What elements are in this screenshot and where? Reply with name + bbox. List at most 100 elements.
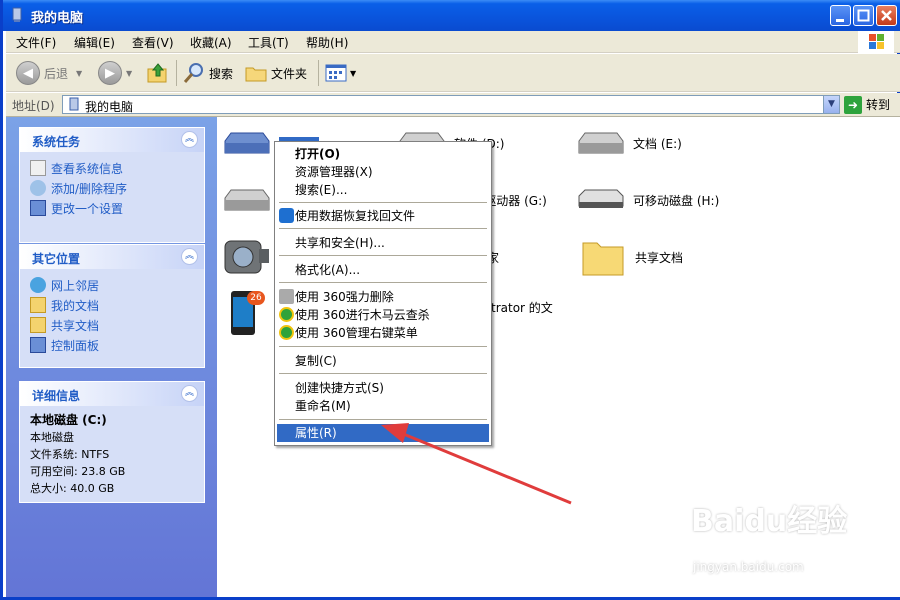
views-button[interactable]: ▼ [324,60,356,86]
folders-button[interactable]: 文件夹 [244,60,307,86]
menu-360-trojan-scan[interactable]: 使用 360进行木马云查杀 [277,306,489,324]
control-panel-icon [30,337,46,353]
menu-copy[interactable]: 复制(C) [277,352,489,370]
details-total-size: 总大小: 40.0 GB [30,482,115,495]
forward-button[interactable]: ▶ ▼ [98,60,132,86]
removable-disk-label: 可移动磁盘 (H:) [633,193,720,208]
link-label: 控制面板 [51,338,100,353]
menu-rename[interactable]: 重命名(M) [277,397,489,415]
toolbar: ◀ 后退 ▼ ▶ ▼ 搜索 文件夹 ▼ [6,54,900,92]
menu-360-manage[interactable]: 使用 360管理右键菜单 [277,324,489,342]
menu-create-shortcut[interactable]: 创建快捷方式(S) [277,379,489,397]
collapse-icon[interactable]: ︽ [181,131,198,148]
collapse-icon[interactable]: ︽ [181,248,198,265]
add-remove-programs-link[interactable]: 添加/删除程序 [30,178,194,198]
menu-format[interactable]: 格式化(A)... [277,261,489,279]
go-arrow-icon: ➜ [844,95,862,114]
hard-drive-icon [224,132,270,154]
menu-360-delete[interactable]: 使用 360强力删除 [277,288,489,306]
shared-folder-icon [30,317,46,333]
menu-sharing[interactable]: 共享和安全(H)... [277,234,489,252]
system-tasks-title: 系统任务 [32,135,81,149]
windows-logo [858,31,894,53]
title-bar[interactable]: 我的电脑 [3,0,900,31]
search-label: 搜索 [209,66,234,81]
views-icon [325,64,347,82]
network-icon [30,277,46,293]
windows-flag-icon [869,34,884,49]
change-setting-link[interactable]: 更改一个设置 [30,198,194,218]
link-label: 查看系统信息 [51,161,124,176]
menu-favorites[interactable]: 收藏(A) [190,34,232,51]
add-remove-icon [30,180,46,196]
up-folder-icon [147,63,167,83]
network-places-link[interactable]: 网上邻居 [30,275,194,295]
phone-item[interactable]: 26 [229,289,265,337]
documents-folder-icon [30,297,46,313]
menu-recover-files[interactable]: 使用数据恢复找回文件 [277,207,489,225]
folder-icon [245,67,267,82]
minimize-button[interactable] [830,5,851,26]
up-folder-button[interactable] [146,60,170,86]
minimize-icon [836,19,844,22]
control-panel-link[interactable]: 控制面板 [30,335,194,355]
forward-arrow-icon: ▶ [98,61,122,85]
drive-f-item[interactable] [223,186,271,214]
my-documents-link[interactable]: 我的文档 [30,295,194,315]
baidu-watermark-url: jingyan.baidu.com [693,560,804,574]
maximize-icon [857,9,870,22]
details-header[interactable]: 详细信息 ︽ [20,382,204,406]
address-dropdown-icon[interactable]: ▼ [823,96,839,113]
shared-docs-item[interactable]: 共享文档 [579,237,683,277]
view-system-info-link[interactable]: 查看系统信息 [30,158,194,178]
maximize-button[interactable] [853,5,874,26]
system-tasks-header[interactable]: 系统任务 ︽ [20,128,204,152]
menu-bar: 文件(F) 编辑(E) 查看(V) 收藏(A) 工具(T) 帮助(H) [6,31,900,53]
back-button[interactable]: ◀ 后退 ▼ [16,60,82,86]
menu-explorer[interactable]: 资源管理器(X) [277,163,489,181]
details-name: 本地磁盘 (C:) [30,413,107,427]
address-input[interactable]: 我的电脑 ▼ [62,95,840,114]
menu-help[interactable]: 帮助(H) [306,34,348,51]
notification-badge: 26 [247,291,265,305]
my-computer-icon [69,97,79,111]
other-places-header[interactable]: 其它位置 ︽ [20,245,204,269]
collapse-icon[interactable]: ︽ [181,385,198,402]
menu-open[interactable]: 打开(O) [277,145,489,163]
drive-e-item[interactable]: 文档 (E:) [577,129,682,157]
folders-label: 文件夹 [271,66,308,81]
search-button[interactable]: 搜索 [182,60,233,86]
admin-docs-label-partial: trator 的文 [491,301,553,315]
system-info-icon [30,160,46,176]
menu-edit[interactable]: 编辑(E) [74,34,115,51]
link-label: 添加/删除程序 [51,181,128,196]
link-label: 我的文档 [51,298,100,313]
back-dropdown-icon[interactable]: ▼ [76,69,82,78]
views-dropdown-icon: ▼ [350,68,357,78]
context-menu: 打开(O) 资源管理器(X) 搜索(E)... 使用数据恢复找回文件 共享和安全… [274,141,492,446]
menu-search[interactable]: 搜索(E)... [277,181,489,199]
toolbar-separator [176,60,177,86]
explorer-window: 我的电脑 文件(F) 编辑(E) 查看(V) 收藏(A) 工具(T) 帮助(H)… [0,0,900,600]
recover-icon [279,208,294,223]
hard-drive-icon [578,132,624,154]
go-button[interactable]: ➜ 转到 [844,95,890,114]
menu-separator [279,202,487,203]
toolbar-separator [318,60,319,86]
shredder-icon [279,289,294,304]
menu-view[interactable]: 查看(V) [132,34,174,51]
removable-disk-icon [578,189,624,208]
other-places-panel: 其它位置 ︽ 网上邻居 我的文档 共享文档 控制面板 [19,244,205,368]
forward-dropdown-icon[interactable]: ▼ [126,69,132,78]
address-bar: 地址(D) 我的电脑 ▼ ➜ 转到 [6,93,900,117]
360-shield-icon [279,325,294,340]
hard-drive-icon [224,189,270,211]
close-button[interactable] [876,5,897,26]
shared-documents-link[interactable]: 共享文档 [30,315,194,335]
menu-file[interactable]: 文件(F) [16,34,56,51]
camera-item[interactable] [223,235,271,279]
360-shield-icon [279,307,294,322]
removable-disk-item[interactable]: 可移动磁盘 (H:) [577,186,719,214]
details-filesystem: 文件系统: NTFS [30,448,110,461]
menu-tools[interactable]: 工具(T) [248,34,289,51]
